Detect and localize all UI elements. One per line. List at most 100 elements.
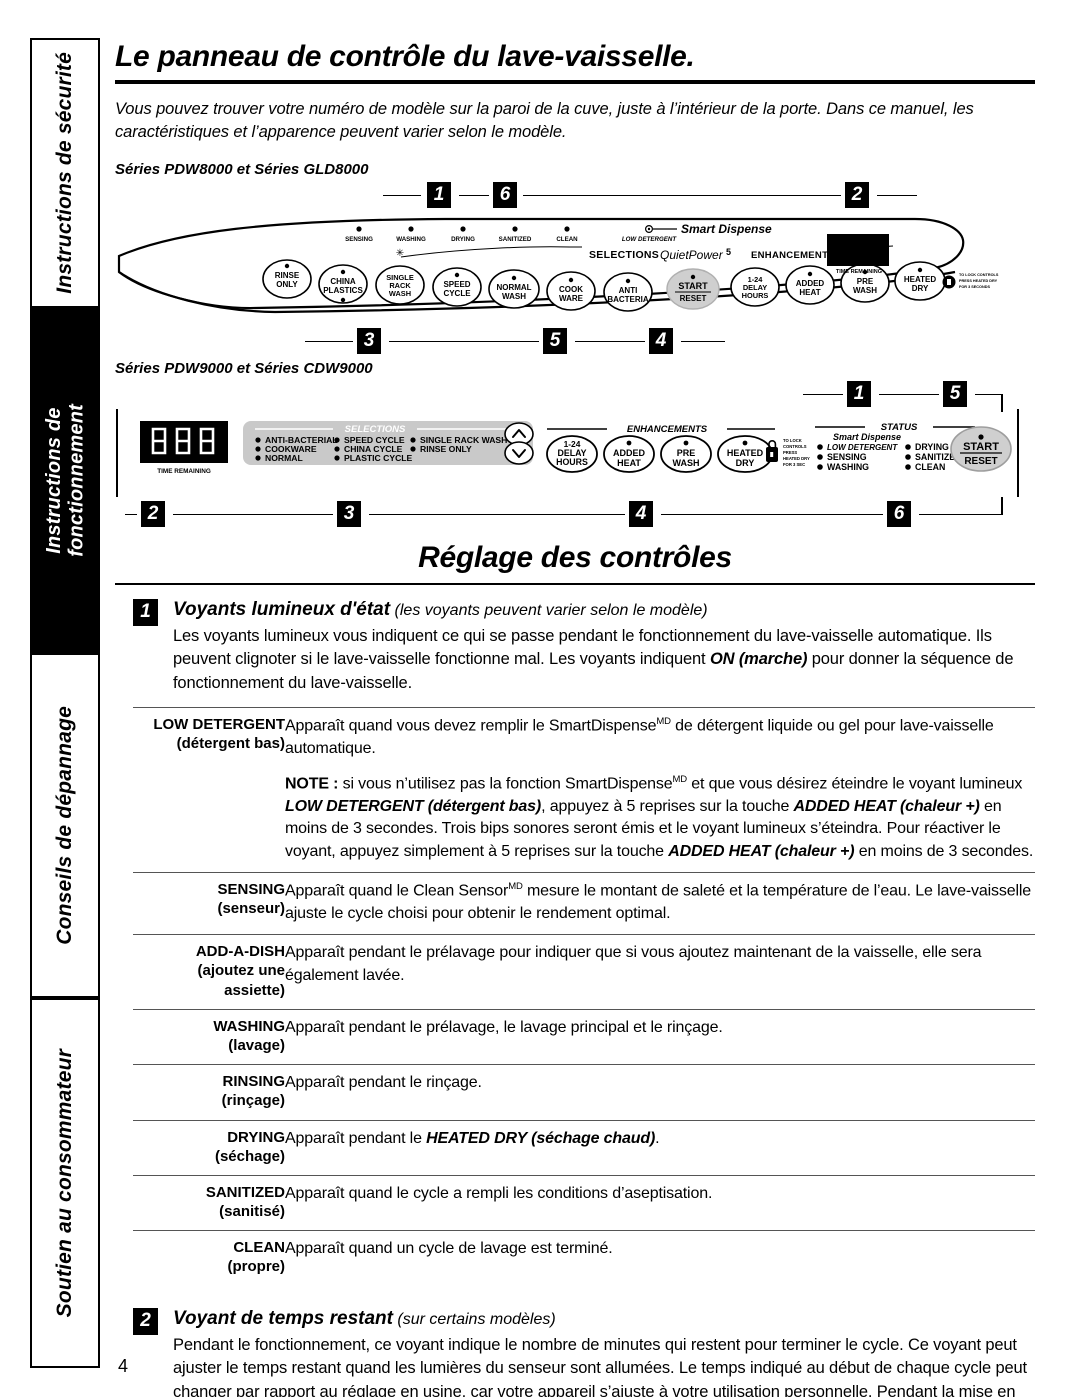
svg-text:FOR 3 SECONDS: FOR 3 SECONDS	[959, 285, 990, 289]
svg-text:SELECTIONS: SELECTIONS	[345, 424, 406, 435]
table-row: SENSING (senseur) Apparaît quand le Clea…	[133, 872, 1035, 935]
svg-text:WASHING: WASHING	[827, 462, 869, 472]
svg-text:HEATED DRY: HEATED DRY	[783, 456, 810, 461]
sidebar-tab-label: Instructions de fonctionnement	[42, 404, 87, 557]
control-panel-9000-graphic: TIME REMAINING SELECTIONS ANTI-BACTERIAL…	[116, 408, 1019, 497]
callout-3: 3	[337, 500, 361, 527]
svg-text:LOW DETERGENT: LOW DETERGENT	[622, 236, 678, 243]
callout-2: 2	[845, 181, 869, 208]
control-panel-8000: SENSING WASHING DRYING SANITIZED CLEAN L…	[115, 212, 1020, 324]
svg-text:HEATED: HEATED	[904, 275, 937, 284]
svg-text:SANITIZED: SANITIZED	[499, 236, 532, 243]
svg-text:FOR 3 SEC: FOR 3 SEC	[783, 462, 805, 467]
svg-text:HEAT: HEAT	[799, 288, 820, 297]
svg-text:START: START	[678, 281, 708, 291]
sidebar-tab-depannage[interactable]: Conseils de dépannage	[30, 653, 100, 998]
svg-text:DRY: DRY	[912, 284, 929, 293]
svg-text:HEATED: HEATED	[727, 448, 764, 458]
sidebar-tab-consommateur[interactable]: Soutien au consommateur	[30, 998, 100, 1368]
svg-text:RESET: RESET	[964, 456, 997, 467]
svg-text:ADDED: ADDED	[613, 448, 646, 458]
svg-text:SELECTIONS: SELECTIONS	[589, 249, 659, 261]
svg-text:SENSING: SENSING	[345, 236, 373, 243]
row-label: DRYING (séchage)	[214, 1128, 285, 1165]
item-1-heading-sub: (les voyants peuvent varier selon le mod…	[394, 601, 708, 619]
item-2-heading-sub: (sur certains modèles)	[397, 1310, 556, 1328]
svg-text:DRYING: DRYING	[915, 442, 949, 452]
svg-text:ENHANCEMENTS: ENHANCEMENTS	[627, 424, 708, 435]
item-number-1: 1	[133, 598, 158, 626]
callout-4: 4	[649, 327, 673, 354]
svg-text:WASHING: WASHING	[396, 236, 426, 243]
svg-text:ADDED: ADDED	[796, 279, 825, 288]
section-body: 1 Voyants lumineux d'état (les voyants p…	[115, 598, 1035, 1397]
svg-text:TIME REMAINING: TIME REMAINING	[157, 468, 211, 475]
svg-text:ONLY: ONLY	[276, 280, 298, 289]
table-row: WASHING (lavage) Apparaît pendant le pré…	[133, 1009, 1035, 1064]
section-divider	[115, 582, 1035, 585]
row-description: Apparaît quand vous devez remplir le Sma…	[285, 716, 1034, 860]
series-label-9000: Séries PDW9000 et Séries CDW9000	[115, 359, 373, 377]
svg-text:RINSE: RINSE	[275, 271, 300, 280]
svg-text:HOURS: HOURS	[742, 291, 769, 300]
svg-text:WASH: WASH	[673, 458, 700, 468]
svg-text:SPEED: SPEED	[443, 280, 470, 289]
svg-text:RESET: RESET	[680, 294, 707, 303]
sidebar-tab-label: Instructions de sécurité	[53, 52, 77, 294]
table-row: CLEAN (propre) Apparaît quand un cycle d…	[133, 1230, 1035, 1286]
svg-text:PLASTIC CYCLE: PLASTIC CYCLE	[344, 453, 413, 463]
row-label: SENSING (senseur)	[217, 881, 285, 918]
time-remaining-display-8000	[827, 233, 889, 266]
svg-text:✳: ✳	[396, 248, 404, 259]
callout-6: 6	[493, 181, 517, 208]
svg-text:Smart Dispense: Smart Dispense	[833, 432, 901, 442]
svg-text:Smart Dispense: Smart Dispense	[681, 222, 772, 236]
svg-text:COOK: COOK	[559, 285, 583, 294]
item-number-2: 2	[133, 1307, 158, 1335]
sidebar-tab-fonctionnement[interactable]: Instructions de fonctionnement	[30, 308, 100, 653]
svg-text:TO LOCK CONTROLS: TO LOCK CONTROLS	[959, 273, 999, 277]
control-panel-9000: TIME REMAINING SELECTIONS ANTI-BACTERIAL…	[115, 408, 1020, 497]
callout-4: 4	[629, 500, 653, 527]
svg-text:ENHANCEMENTS: ENHANCEMENTS	[751, 250, 835, 261]
svg-text:DRYING: DRYING	[451, 236, 475, 243]
item-1-paragraph: Les voyants lumineux vous indiquent ce q…	[173, 626, 1014, 692]
sidebar-tab-securite[interactable]: Instructions de sécurité	[30, 38, 100, 308]
section-title: Réglage des contrôles	[418, 540, 732, 574]
page-number: 4	[118, 1356, 129, 1376]
svg-text:RINSE ONLY: RINSE ONLY	[420, 444, 472, 454]
row-label: SANITIZED (sanitisé)	[205, 1183, 285, 1221]
status-lights-table: LOW DETERGENT (détergent bas) Apparaît q…	[133, 707, 1035, 1286]
svg-text:HOURS: HOURS	[556, 457, 588, 467]
table-row: RINSING (rinçage) Apparaît pendant le ri…	[133, 1064, 1035, 1120]
callout-row-8000-bottom: 3 5 4	[115, 324, 1035, 358]
svg-text:CONTROLS: CONTROLS	[783, 444, 807, 449]
callout-1: 1	[847, 380, 871, 407]
callout-row-9000-bottom: 2 3 4 6	[115, 496, 1035, 531]
sidebar-tabs: Instructions de sécurité Instructions de…	[30, 38, 100, 1368]
item-1-heading: 1 Voyants lumineux d'état (les voyants p…	[133, 598, 1035, 626]
row-label: LOW DETERGENT (détergent bas)	[153, 716, 285, 753]
callout-row-9000-top: 1 5	[115, 379, 1035, 412]
svg-text:SENSING: SENSING	[827, 452, 867, 462]
callout-row-8000-top: 1 6 2	[115, 180, 1035, 210]
row-description: Apparaît quand le cycle a rempli les con…	[285, 1184, 713, 1202]
callout-1: 1	[427, 181, 451, 208]
svg-text:CLEAN: CLEAN	[915, 462, 945, 472]
item-2-heading: 2 Voyant de temps restant (sur certains …	[133, 1307, 1035, 1335]
svg-text:DRY: DRY	[736, 458, 755, 468]
callout-2: 2	[141, 500, 165, 527]
svg-text:NORMAL: NORMAL	[265, 453, 303, 463]
title-divider	[115, 80, 1035, 84]
svg-text:HEAT: HEAT	[617, 458, 641, 468]
table-row: LOW DETERGENT (détergent bas) Apparaît q…	[133, 707, 1035, 873]
control-panel-8000-graphic: SENSING WASHING DRYING SANITIZED CLEAN L…	[117, 217, 999, 313]
sidebar-tab-label: Soutien au consommateur	[53, 1048, 77, 1318]
svg-text:PRE: PRE	[857, 277, 874, 286]
svg-text:PRE: PRE	[677, 448, 696, 458]
callout-3: 3	[357, 327, 381, 354]
svg-text:5: 5	[726, 247, 731, 257]
row-description: Apparaît quand le Clean SensorMD mesure …	[285, 881, 1032, 922]
callout-5: 5	[543, 327, 567, 354]
item-2-heading-main: Voyant de temps restant	[173, 1307, 393, 1329]
